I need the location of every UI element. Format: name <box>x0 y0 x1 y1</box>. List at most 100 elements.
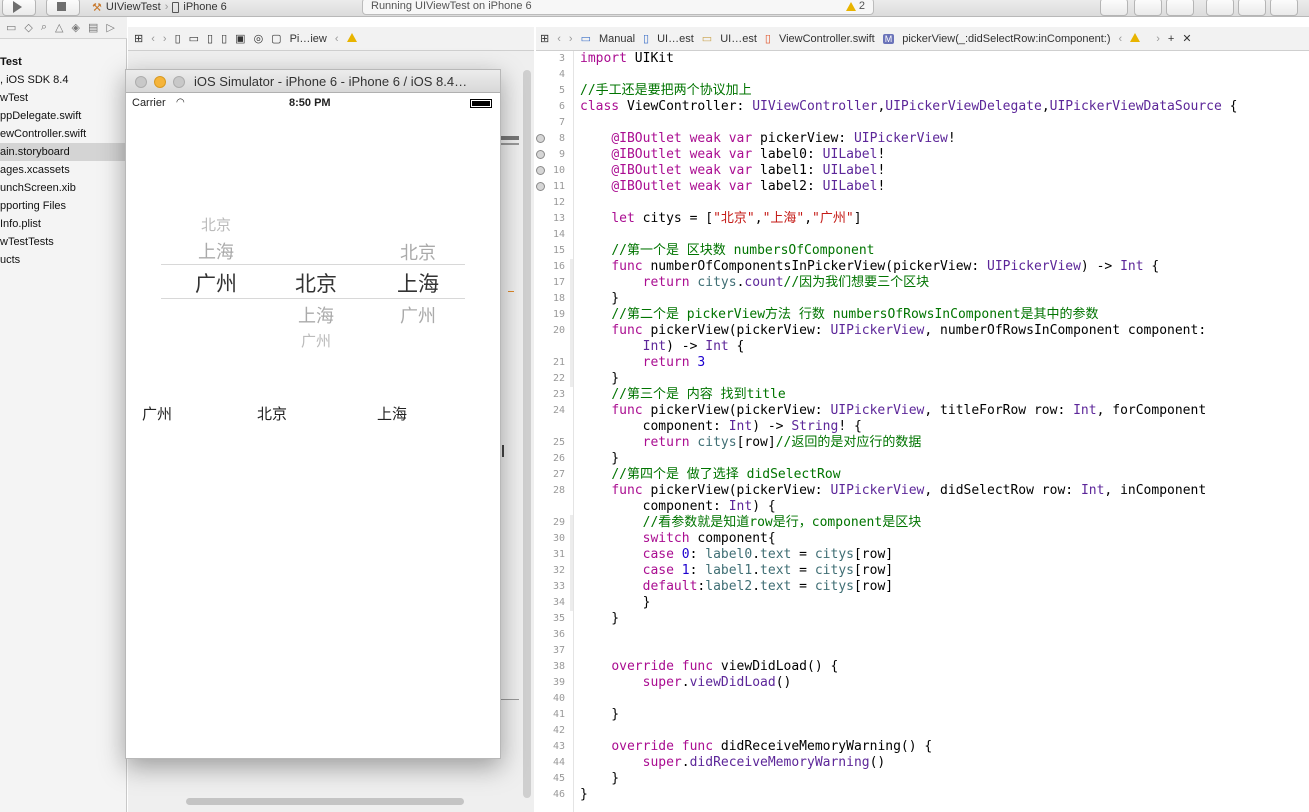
source-editor[interactable]: import UIKit //手工还是要把两个协议加上 class ViewCo… <box>580 51 1309 812</box>
picker-selected-row[interactable]: 北京 <box>276 268 356 298</box>
picker-selected-row[interactable]: 上海 <box>378 268 458 298</box>
forward-icon[interactable]: › <box>569 33 573 45</box>
line-number: 38 <box>552 661 565 672</box>
storyboard-icon[interactable]: ▣ <box>235 32 245 45</box>
view-icon[interactable]: ▢ <box>271 32 281 45</box>
canvas-vertical-scrollbar[interactable] <box>523 70 531 798</box>
file-icon[interactable]: ▯ <box>221 32 227 45</box>
navigator-item[interactable]: wTestTests <box>0 233 127 251</box>
forward-icon[interactable]: › <box>163 33 167 45</box>
line-number: 19 <box>552 309 565 320</box>
scheme-selector[interactable]: ⚒ UIViewTest › iPhone 6 <box>92 0 227 15</box>
crumb-group[interactable]: UI…est <box>720 33 757 45</box>
stop-button[interactable] <box>46 0 80 16</box>
line-number: 3 <box>558 53 565 64</box>
version-editor-button[interactable] <box>1166 0 1194 16</box>
line-number: 29 <box>552 517 565 528</box>
folder-icon: ▭ <box>701 33 713 45</box>
line-number-gutter[interactable]: 3 4 5 6 7 8 9 10 11 12 13 14 15 16 17 18 19 20 21 22 23 24 25 2… <box>536 51 574 812</box>
navigator-item[interactable]: ucts <box>0 251 127 269</box>
issue-icon[interactable]: △ <box>55 21 63 34</box>
activity-viewer: Running UIViewTest on iPhone 6 2 <box>362 0 874 15</box>
picker-row[interactable]: 上海 <box>276 302 356 328</box>
toggle-debug-area-button[interactable] <box>1238 0 1266 16</box>
run-button[interactable] <box>2 0 36 16</box>
code-line: //第四个是 做了选择 didSelectRow <box>611 467 841 482</box>
xcode-app-icon: ⚒ <box>92 1 102 14</box>
code-line: case 0: label0.text = citys[row] <box>642 547 894 562</box>
navigator-item[interactable]: ewController.swift <box>0 125 127 143</box>
gutter-fold-highlight <box>570 515 573 611</box>
outlet-connection-icon[interactable] <box>536 182 545 191</box>
navigator-item[interactable]: wTest <box>0 89 127 107</box>
forward-icon[interactable]: › <box>1156 33 1160 45</box>
folder-icon[interactable]: ▭ <box>189 32 199 45</box>
back-icon[interactable]: ‹ <box>151 33 155 45</box>
picker-view-crumb[interactable]: Pi…iew <box>290 33 327 45</box>
file-icon[interactable]: ▯ <box>207 32 213 45</box>
back-icon[interactable]: ‹ <box>335 33 339 45</box>
assistant-editor-button[interactable] <box>1134 0 1162 16</box>
navigator-item[interactable]: ppDelegate.swift <box>0 107 127 125</box>
breakpoint-icon[interactable]: ▷ <box>106 21 114 34</box>
code-line: import UIKit <box>580 51 674 66</box>
navigator-item[interactable]: Test <box>0 53 127 71</box>
picker-selected-row[interactable]: 广州 <box>176 268 256 298</box>
canvas-guide <box>499 699 519 700</box>
navigator-item[interactable]: pporting Files <box>0 197 127 215</box>
outlet-connection-icon[interactable] <box>536 134 545 143</box>
code-line: } <box>580 707 620 722</box>
warning-icon[interactable] <box>346 32 365 45</box>
warning-indicator[interactable]: 2 <box>845 0 865 12</box>
code-line: super.didReceiveMemoryWarning() <box>642 755 886 770</box>
navigator-item[interactable]: ain.storyboard <box>0 143 127 161</box>
toolbar: ⚒ UIViewTest › iPhone 6 Running UIViewTe… <box>0 0 1309 17</box>
outlet-connection-icon[interactable] <box>536 166 545 175</box>
toggle-utilities-button[interactable] <box>1270 0 1298 16</box>
minimize-window-button[interactable] <box>154 76 166 88</box>
code-line: @IBOutlet weak var label1: UILabel! <box>611 163 886 178</box>
project-navigator: ▭ ◇ ⌕ △ ◈ ▤ ▷ Test, iOS SDK 8.4 wTest ppDe… <box>0 17 127 812</box>
canvas-horizontal-scrollbar[interactable] <box>186 798 464 805</box>
search-icon[interactable]: ⌕ <box>41 21 47 34</box>
scene-icon[interactable]: ◎ <box>254 32 264 45</box>
debug-icon[interactable]: ▤ <box>88 21 98 34</box>
navigator-item[interactable]: unchScreen.xib <box>0 179 127 197</box>
standard-editor-button[interactable] <box>1100 0 1128 16</box>
close-window-button[interactable] <box>135 76 147 88</box>
code-line: //第一个是 区块数 numbersOfComponent <box>611 243 875 258</box>
picker-row[interactable]: 上海 <box>176 238 256 264</box>
related-items-icon[interactable]: ⊞ <box>540 32 549 45</box>
code-line: //手工还是要把两个协议加上 <box>580 83 752 98</box>
close-editor-icon[interactable]: ✕ <box>1182 32 1191 45</box>
add-editor-icon[interactable]: + <box>1168 33 1174 45</box>
back-icon[interactable]: ‹ <box>557 33 561 45</box>
crumb-project[interactable]: UI…est <box>657 33 694 45</box>
zoom-window-button[interactable] <box>173 76 185 88</box>
canvas-guide <box>499 136 519 140</box>
navigator-item[interactable]: Info.plist <box>0 215 127 233</box>
warning-icon[interactable] <box>1130 32 1148 45</box>
code-line: override func didReceiveMemoryWarning() … <box>611 739 933 754</box>
picker-row[interactable]: 北京 <box>378 239 458 265</box>
crumb-method[interactable]: pickerView(_:didSelectRow:inComponent:) <box>902 33 1110 45</box>
related-items-icon[interactable]: ⊞ <box>134 32 143 45</box>
file-icon[interactable]: ▯ <box>175 32 181 45</box>
navigator-item[interactable]: ages.xcassets <box>0 161 127 179</box>
label2: 上海 <box>377 405 408 423</box>
folder-icon[interactable]: ▭ <box>6 21 16 34</box>
line-number: 33 <box>552 581 565 592</box>
toggle-navigator-button[interactable] <box>1206 0 1234 16</box>
back-icon[interactable]: ‹ <box>1119 33 1123 45</box>
crumb-file[interactable]: ViewController.swift <box>779 33 875 45</box>
picker-row[interactable]: 北京 <box>176 214 256 235</box>
picker-row[interactable]: 广州 <box>378 302 458 328</box>
right-jump-bar: ⊞ ‹ › ▭ Manual ▯ UI…est ▭ UI…est ▯ ViewC… <box>536 27 1309 51</box>
test-icon[interactable]: ◈ <box>72 21 80 34</box>
ios-simulator-window: iOS Simulator - iPhone 6 - iPhone 6 / iO… <box>125 69 501 759</box>
symbol-icon[interactable]: ◇ <box>24 21 32 34</box>
picker-row[interactable]: 广州 <box>276 330 356 351</box>
crumb-manual[interactable]: Manual <box>599 33 635 45</box>
outlet-connection-icon[interactable] <box>536 150 545 159</box>
navigator-item[interactable]: , iOS SDK 8.4 <box>0 71 127 89</box>
